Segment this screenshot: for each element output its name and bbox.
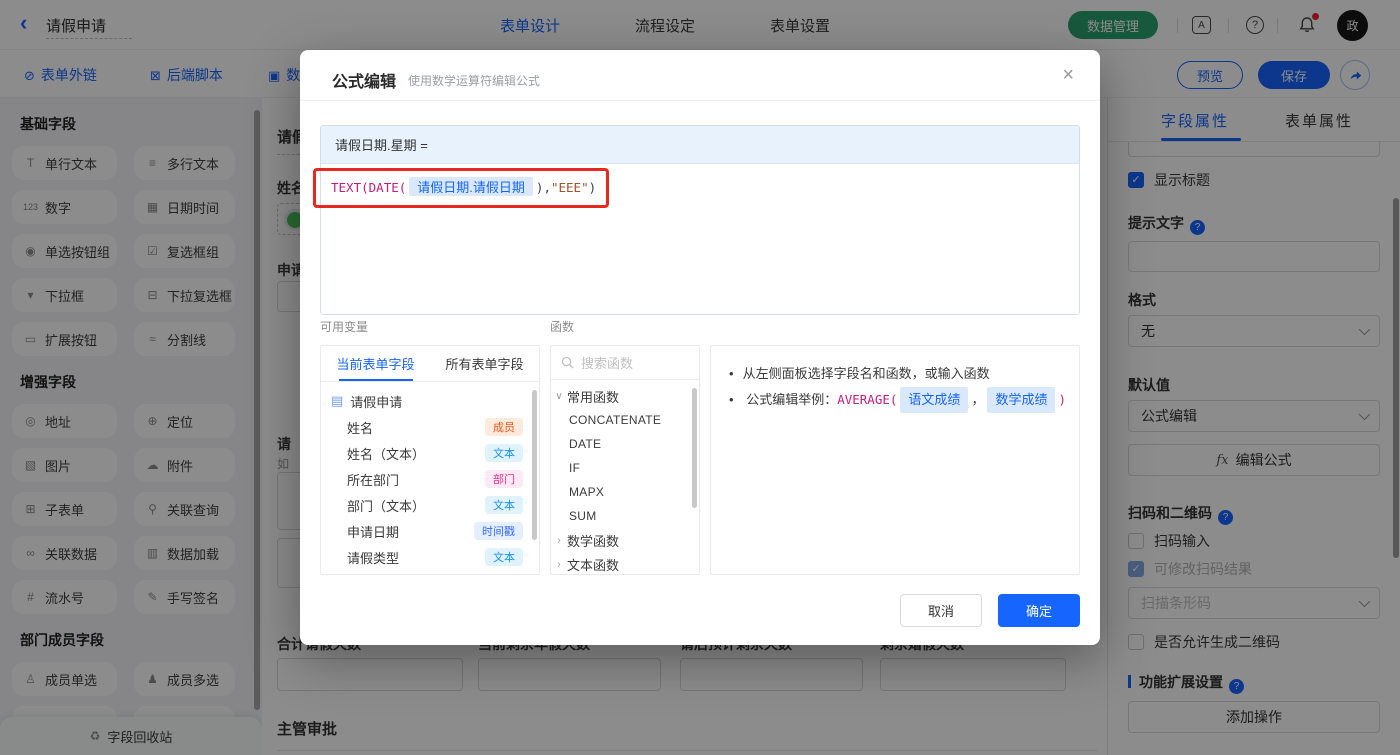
search-placeholder: 搜索函数 — [581, 356, 634, 371]
example-function: AVERAGE( — [837, 392, 898, 407]
function-group-math[interactable]: › 数学函数 — [551, 528, 699, 552]
type-tag: 时间戳 — [474, 522, 523, 540]
modal-title: 公式编辑 — [332, 74, 397, 91]
active-tab-underline — [339, 379, 413, 381]
type-tag: 文本 — [485, 444, 523, 462]
example-chip: 数学成绩 — [987, 387, 1056, 413]
variable-item[interactable]: 所在部门 部门 — [321, 466, 539, 492]
example-paren: ) — [1058, 392, 1066, 407]
function-item[interactable]: DATE — [551, 432, 699, 456]
functions-scrollbar[interactable] — [692, 388, 697, 508]
function-item[interactable]: SUM — [551, 504, 699, 528]
modal-header-divider — [300, 100, 1100, 101]
formula-paren: ) — [588, 180, 597, 195]
variable-item[interactable]: 姓名（文本） 文本 — [321, 440, 539, 466]
form-doc-icon: ▤ — [331, 393, 344, 408]
tab-all-form-fields[interactable]: 所有表单字段 — [430, 354, 539, 373]
hint-line-1: 从左侧面板选择字段名和函数，或输入函数 — [729, 361, 1061, 387]
chevron-right-icon: › — [557, 534, 561, 546]
variables-tree: ▤ 请假申请 姓名 成员 姓名（文本） 文本 所在部门 部门 部门（文本） 文本 申请日期… — [321, 382, 539, 570]
function-item[interactable]: CONCATENATE — [551, 408, 699, 432]
cancel-button[interactable]: 取消 — [900, 594, 982, 627]
function-item[interactable]: IF — [551, 456, 699, 480]
formula-target: 请假日期.星期 = — [321, 126, 1079, 164]
variable-item[interactable]: 申请日期 时间戳 — [321, 518, 539, 544]
variables-panel: 当前表单字段 所有表单字段 ▤ 请假申请 姓名 成员 姓名（文本） 文本 所在部门 部门… — [320, 345, 540, 575]
function-item[interactable]: MAPX — [551, 480, 699, 504]
functions-panel: 搜索函数 ∨ 常用函数 CONCATENATE DATE IF MAPX SUM … — [550, 345, 700, 575]
confirm-button[interactable]: 确定 — [998, 594, 1080, 627]
variables-scrollbar[interactable] — [532, 390, 537, 540]
variable-item[interactable]: 部门（文本） 文本 — [321, 492, 539, 518]
tree-root-form[interactable]: ▤ 请假申请 — [321, 388, 539, 414]
formula-editor: 请假日期.星期 = TEXT(DATE(请假日期.请假日期),"EEE") — [320, 125, 1080, 315]
functions-section-label: 函数 — [550, 320, 575, 334]
search-icon — [561, 356, 574, 369]
variables-section-label: 可用变量 — [320, 320, 369, 334]
function-group-text[interactable]: › 文本函数 — [551, 552, 699, 574]
chevron-right-icon: › — [557, 558, 561, 570]
formula-variable-chip[interactable]: 请假日期.请假日期 — [409, 177, 533, 196]
formula-comma: , — [543, 180, 551, 195]
formula-edit-modal: 公式编辑 使用数学运算符编辑公式 × 请假日期.星期 = TEXT(DATE(请… — [300, 50, 1100, 645]
formula-string: "EEE" — [550, 180, 589, 195]
type-tag: 成员 — [485, 418, 523, 436]
example-chip: 语文成绩 — [900, 387, 969, 413]
formula-keyword-date: DATE( — [368, 180, 407, 195]
type-tag: 文本 — [485, 548, 523, 566]
tab-current-form-fields[interactable]: 当前表单字段 — [321, 354, 430, 373]
variables-tabs: 当前表单字段 所有表单字段 — [321, 346, 539, 382]
type-tag: 部门 — [485, 470, 523, 488]
hint-line-2: 公式编辑举例：AVERAGE(语文成绩，数学成绩) — [729, 387, 1066, 413]
variable-item[interactable]: 姓名 成员 — [321, 414, 539, 440]
function-group-common[interactable]: ∨ 常用函数 — [551, 384, 699, 408]
modal-subtitle: 使用数学运算符编辑公式 — [408, 74, 541, 88]
chevron-down-icon: ∨ — [555, 390, 563, 402]
formula-input-area[interactable]: TEXT(DATE(请假日期.请假日期),"EEE") — [321, 164, 1079, 314]
function-search-input[interactable]: 搜索函数 — [551, 346, 699, 380]
variable-item[interactable]: 请假类型 文本 — [321, 544, 539, 570]
hints-panel: 从左侧面板选择字段名和函数，或输入函数 公式编辑举例：AVERAGE(语文成绩，… — [710, 345, 1080, 575]
type-tag: 文本 — [485, 496, 523, 514]
formula-keyword-text: TEXT( — [331, 180, 369, 195]
close-icon[interactable]: × — [1062, 64, 1074, 87]
